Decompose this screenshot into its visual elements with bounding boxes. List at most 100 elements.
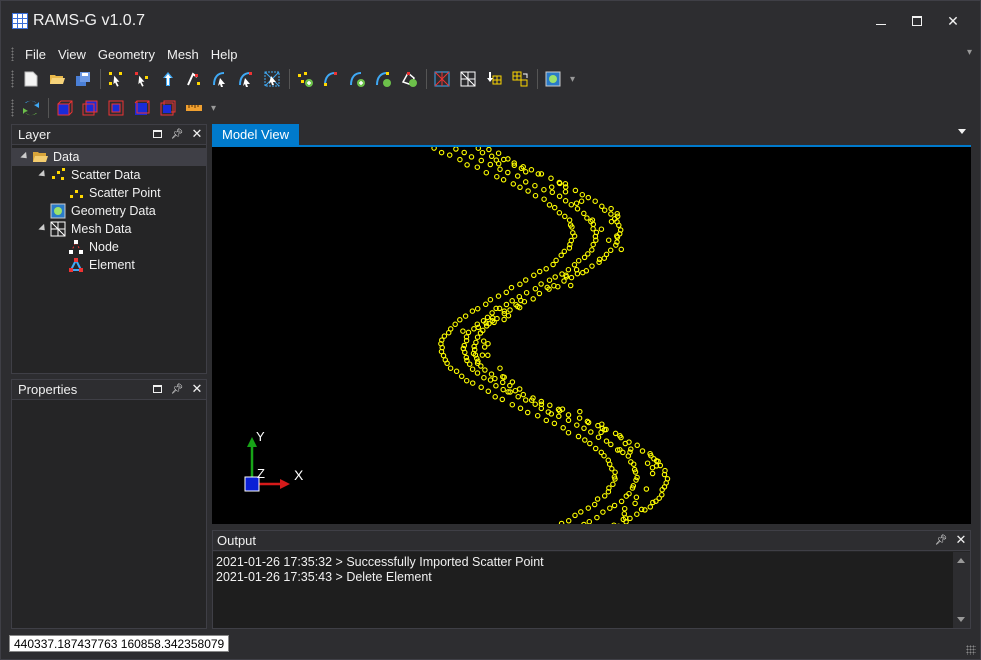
- scatter-point: [516, 386, 523, 392]
- scatter-point: [522, 169, 529, 175]
- select-line-button[interactable]: [209, 68, 231, 90]
- tree-item-element[interactable]: Element: [12, 256, 206, 274]
- scatter-point: [522, 179, 529, 185]
- menu-view[interactable]: View: [52, 47, 92, 62]
- box-select-button[interactable]: [261, 68, 283, 90]
- ruler-button[interactable]: [183, 97, 205, 119]
- float-button[interactable]: [152, 382, 162, 396]
- pin-button[interactable]: 📌︎: [171, 382, 184, 396]
- save-button[interactable]: [72, 68, 94, 90]
- select-point-button[interactable]: [105, 68, 127, 90]
- tab-model-view[interactable]: Model View: [212, 124, 299, 145]
- cube-solid-button[interactable]: [53, 97, 75, 119]
- mesh-grid-button[interactable]: [457, 68, 479, 90]
- float-button[interactable]: [152, 127, 162, 141]
- expanded-triangle-icon[interactable]: [20, 151, 30, 162]
- tree-item-geometry-data[interactable]: Geometry Data: [12, 202, 206, 220]
- scatter-points: [431, 147, 671, 524]
- scatter-point: [484, 314, 491, 321]
- scatter-point: [532, 401, 538, 407]
- toolbar-grip[interactable]: [11, 99, 14, 117]
- model-canvas[interactable]: Y Z X: [212, 147, 971, 524]
- open-folder-button[interactable]: [46, 68, 68, 90]
- toolbar-overflow-icon[interactable]: ▾: [211, 103, 216, 114]
- scatter-point: [607, 505, 613, 511]
- scatter-point: [480, 338, 487, 344]
- scatter-point: [553, 257, 559, 264]
- panel-close-button[interactable]: ✕: [192, 381, 203, 396]
- output-log[interactable]: 2021-01-26 17:35:32 > Successfully Impor…: [213, 552, 953, 628]
- scatter-point: [475, 147, 482, 151]
- scatter-point: [487, 377, 494, 383]
- menu-grip[interactable]: [11, 47, 14, 61]
- cube-wire-button[interactable]: [131, 97, 153, 119]
- scatter-point: [481, 374, 487, 381]
- menu-mesh[interactable]: Mesh: [161, 47, 205, 62]
- mesh-generate-icon: [434, 71, 450, 87]
- panel-close-button[interactable]: ✕: [956, 532, 967, 547]
- menu-help[interactable]: Help: [205, 47, 244, 62]
- scatter-point: [464, 162, 470, 168]
- scatter-point: [525, 188, 531, 194]
- window-icon: [152, 385, 162, 393]
- new-file-button[interactable]: [20, 68, 42, 90]
- menu-geometry[interactable]: Geometry: [92, 47, 161, 62]
- pin-button[interactable]: 📌︎: [171, 127, 184, 141]
- tree-item-scatter-data[interactable]: Scatter Data: [12, 166, 206, 184]
- document-menu-icon[interactable]: [958, 129, 966, 134]
- model-viewport[interactable]: Y Z X: [212, 147, 971, 524]
- expanded-triangle-icon[interactable]: [38, 223, 48, 234]
- scroll-down-icon[interactable]: [957, 617, 965, 622]
- pick-point-button[interactable]: [183, 68, 205, 90]
- scatter-add-button[interactable]: [294, 68, 316, 90]
- minimize-button[interactable]: [871, 11, 891, 31]
- scroll-up-icon[interactable]: [957, 558, 965, 563]
- log-line: 2021-01-26 17:35:32 > Successfully Impor…: [216, 555, 544, 569]
- select-line-add-button[interactable]: [235, 68, 257, 90]
- tree-item-data[interactable]: Data: [12, 148, 206, 166]
- polygon-point-button[interactable]: [398, 68, 420, 90]
- tree-item-scatter-point[interactable]: Scatter Point: [12, 184, 206, 202]
- scatter-point: [548, 175, 554, 182]
- resize-grip-icon[interactable]: [966, 645, 976, 655]
- scatter-point: [495, 150, 502, 156]
- geometry-view-button[interactable]: [542, 68, 564, 90]
- menu-file[interactable]: File: [19, 47, 52, 62]
- cube-front-button[interactable]: [79, 97, 101, 119]
- curve-point-button[interactable]: [372, 68, 394, 90]
- output-scrollbar[interactable]: [953, 552, 970, 628]
- scatter-point: [608, 441, 614, 448]
- line-point-button[interactable]: [320, 68, 342, 90]
- expanded-triangle-icon[interactable]: [38, 169, 48, 180]
- close-button[interactable]: ✕: [943, 11, 963, 31]
- tree-item-node[interactable]: Node: [12, 238, 206, 256]
- curve-add-button[interactable]: [346, 68, 368, 90]
- mesh-import-button[interactable]: [483, 68, 505, 90]
- tree-item-mesh-data[interactable]: Mesh Data: [12, 220, 206, 238]
- move-point-button[interactable]: [157, 68, 179, 90]
- scatter-point: [576, 415, 583, 421]
- scatter-point: [460, 328, 466, 334]
- cube-solid-icon: [57, 100, 73, 116]
- scatter-point: [485, 352, 491, 359]
- panel-close-button[interactable]: ✕: [192, 126, 203, 141]
- select-point-add-button[interactable]: [131, 68, 153, 90]
- geometry-view-icon: [545, 71, 561, 87]
- view-toolbar: ▾: [9, 95, 216, 121]
- scatter-point: [452, 321, 458, 328]
- maximize-button[interactable]: [907, 11, 927, 31]
- cube-side-button[interactable]: [105, 97, 127, 119]
- mesh-export-button[interactable]: [509, 68, 531, 90]
- mesh-generate-button[interactable]: [431, 68, 453, 90]
- scatter-point: [517, 281, 523, 288]
- toolbar-overflow-icon[interactable]: ▾: [570, 74, 575, 85]
- refresh-button[interactable]: [20, 97, 42, 119]
- menu-overflow-icon[interactable]: ▾: [967, 47, 972, 58]
- pin-button[interactable]: 📌︎: [935, 533, 948, 547]
- cube-outline-button[interactable]: [157, 97, 179, 119]
- scatter-point: [601, 493, 608, 499]
- scatter-point: [565, 417, 572, 424]
- scatter-point: [584, 215, 590, 221]
- scatter-point: [610, 481, 616, 488]
- toolbar-grip[interactable]: [11, 70, 14, 88]
